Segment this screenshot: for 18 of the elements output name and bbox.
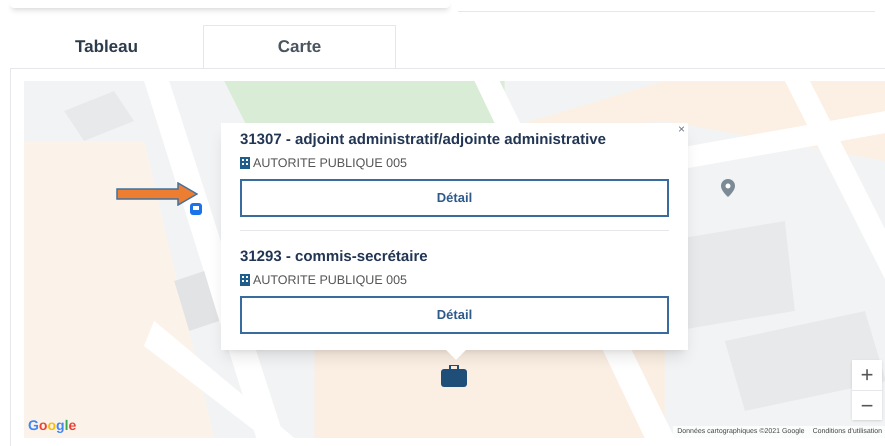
- close-button[interactable]: ×: [678, 123, 685, 135]
- building-icon: [240, 274, 250, 286]
- bus-stop-icon: [190, 203, 202, 215]
- job-title: 31307 - adjoint administratif/adjointe administrative: [240, 130, 607, 150]
- detail-button[interactable]: Détail: [240, 178, 669, 217]
- tab[interactable]: Tableau: [10, 25, 203, 68]
- tab[interactable]: Carte: [203, 25, 396, 68]
- location-pin-icon: [721, 179, 735, 197]
- job-title: 31293 - commis-secrétaire: [240, 246, 429, 267]
- google-logo: Google: [28, 416, 76, 435]
- employer-name: AUTORITE PUBLIQUE 005: [253, 155, 407, 172]
- zoom-out-button[interactable]: −: [852, 390, 882, 420]
- arrow-icon: [116, 182, 198, 206]
- briefcase-icon: [441, 365, 467, 387]
- detail-button[interactable]: Détail: [240, 296, 669, 334]
- zoom-in-button[interactable]: +: [852, 360, 882, 390]
- building-icon: [240, 157, 250, 170]
- employer-name: AUTORITE PUBLIQUE 005: [253, 272, 407, 289]
